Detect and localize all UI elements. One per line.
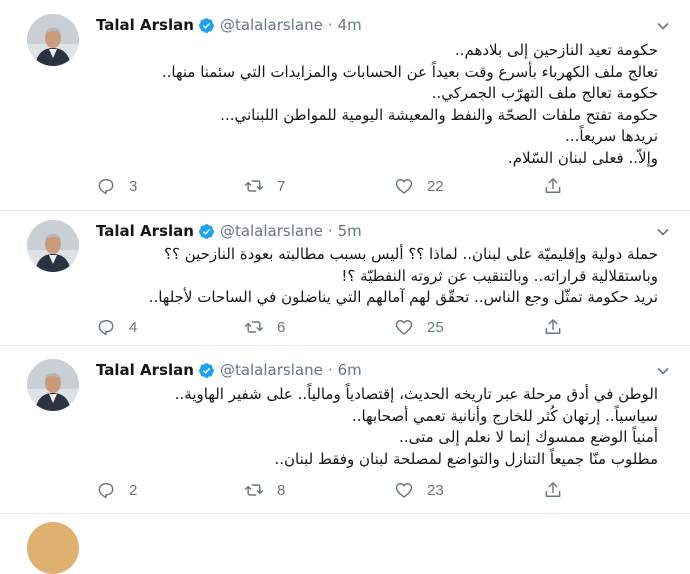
tweet-line: مطلوب منّا جميعاً التنازل والتواضع لمصلح… (274, 449, 658, 468)
author-handle[interactable]: @talalarslane (220, 16, 323, 34)
avatar[interactable] (27, 14, 79, 66)
like-button[interactable]: 22 (394, 175, 444, 197)
reply-icon (98, 483, 114, 499)
tweet-text: الوطن في أدق مرحلة عبر تاريخه الحديث، إق… (96, 384, 658, 470)
avatar-image (27, 359, 79, 411)
tweet-line: حملة دولية وإقليميّة على لبنان.. لماذا ؟… (164, 245, 658, 263)
tweet-line: حكومة تفتح ملفات الصحّة والنفط والمعيشة … (220, 105, 658, 124)
reply-button[interactable]: 4 (96, 316, 137, 338)
share-button[interactable] (543, 175, 563, 197)
tweet-line: الوطن في أدق مرحلة عبر تاريخه الحديث، إق… (174, 385, 658, 403)
heart-icon (395, 179, 413, 194)
heart-icon (395, 320, 413, 335)
tweet-header: Talal Arslan @talalarslane · 4m (96, 14, 362, 36)
like-count: 23 (427, 481, 444, 499)
retweet-button[interactable]: 7 (244, 175, 285, 197)
heart-icon (395, 483, 413, 498)
retweet-count: 7 (277, 177, 286, 195)
chevron-down-icon[interactable] (656, 225, 670, 239)
tweet[interactable]: Talal Arslan @talalarslane · 5m حملة دول… (0, 211, 690, 346)
dot-separator: · (327, 361, 333, 379)
tweet-line: حكومة تعالج ملف التهرّب الجمركي.. (431, 84, 658, 102)
share-icon (545, 482, 561, 497)
share-button[interactable] (543, 479, 563, 501)
author-name[interactable]: Talal Arslan (96, 361, 194, 379)
avatar-image (27, 14, 79, 66)
tweet-actions: 2 8 23 (96, 479, 566, 501)
tweet-line: نريد حكومة تمثّل وجع الناس.. تحقّق لهم آ… (148, 288, 658, 306)
tweet-text: حكومة تعيد النازحين إلى بلادهم.. تعالج م… (96, 40, 658, 169)
tweet-line: أمنياً الوضع ممسوك إنما لا نعلم إلى متى.… (399, 428, 658, 446)
tweet-partial[interactable] (0, 514, 690, 574)
author-name[interactable]: Talal Arslan (96, 222, 194, 240)
tweet[interactable]: Talal Arslan @talalarslane · 4m حكومة تع… (0, 0, 690, 211)
like-count: 22 (427, 177, 444, 195)
tweet[interactable]: Talal Arslan @talalarslane · 6m الوطن في… (0, 346, 690, 514)
reply-count: 2 (129, 481, 138, 499)
tweet-line: حكومة تعيد النازحين إلى بلادهم.. (454, 41, 658, 59)
tweet-text: حملة دولية وإقليميّة على لبنان.. لماذا ؟… (96, 244, 658, 309)
dot-separator: · (327, 16, 333, 34)
tweet-line: وإلاّ.. فعلى لبنان السّلام. (507, 148, 658, 167)
tweet-actions: 4 6 25 (96, 316, 566, 338)
like-button[interactable]: 25 (394, 316, 444, 338)
chevron-down-icon[interactable] (656, 19, 670, 33)
reply-count: 4 (129, 318, 138, 336)
retweet-icon (244, 484, 264, 496)
avatar[interactable] (27, 359, 79, 411)
tweet-header: Talal Arslan @talalarslane · 5m (96, 220, 362, 242)
share-icon (545, 178, 561, 193)
share-button[interactable] (543, 316, 563, 338)
verified-badge-icon (199, 17, 214, 33)
tweet-time[interactable]: 6m (338, 361, 362, 379)
author-name[interactable]: Talal Arslan (96, 16, 194, 34)
reply-button[interactable]: 3 (96, 175, 137, 197)
like-button[interactable]: 23 (394, 479, 444, 501)
avatar[interactable] (27, 220, 79, 272)
tweet-line: تعالج ملف الكهرباء بأسرع وقت بعيداً عن ا… (161, 62, 658, 81)
reply-icon (98, 179, 114, 195)
dot-separator: · (327, 222, 333, 240)
verified-badge-icon (199, 362, 214, 378)
author-handle[interactable]: @talalarslane (220, 222, 323, 240)
retweet-button[interactable]: 6 (244, 316, 285, 338)
chevron-down-icon[interactable] (656, 364, 670, 378)
tweet-line: سياسياً.. إرتهان كُثر للخارج وأنانية تعم… (351, 406, 658, 425)
tweet-line: نريدها سريعاً... (565, 127, 658, 145)
tweet-time[interactable]: 4m (338, 16, 362, 34)
tweet-line: وباستقلالية قراراته.. وبالتنقيب عن ثروته… (341, 266, 658, 285)
verified-badge-icon (199, 223, 214, 239)
reply-button[interactable]: 2 (96, 479, 137, 501)
retweet-icon (244, 321, 264, 333)
avatar-image (27, 220, 79, 272)
retweet-count: 8 (277, 481, 286, 499)
tweet-actions: 3 7 22 (96, 175, 566, 197)
retweet-icon (244, 180, 264, 192)
like-count: 25 (427, 318, 444, 336)
reply-count: 3 (129, 177, 138, 195)
tweet-header: Talal Arslan @talalarslane · 6m (96, 359, 362, 381)
tweet-time[interactable]: 5m (338, 222, 362, 240)
author-handle[interactable]: @talalarslane (220, 361, 323, 379)
reply-icon (98, 320, 114, 336)
retweet-button[interactable]: 8 (244, 479, 285, 501)
share-icon (545, 319, 561, 334)
avatar[interactable] (27, 522, 79, 574)
retweet-count: 6 (277, 318, 286, 336)
